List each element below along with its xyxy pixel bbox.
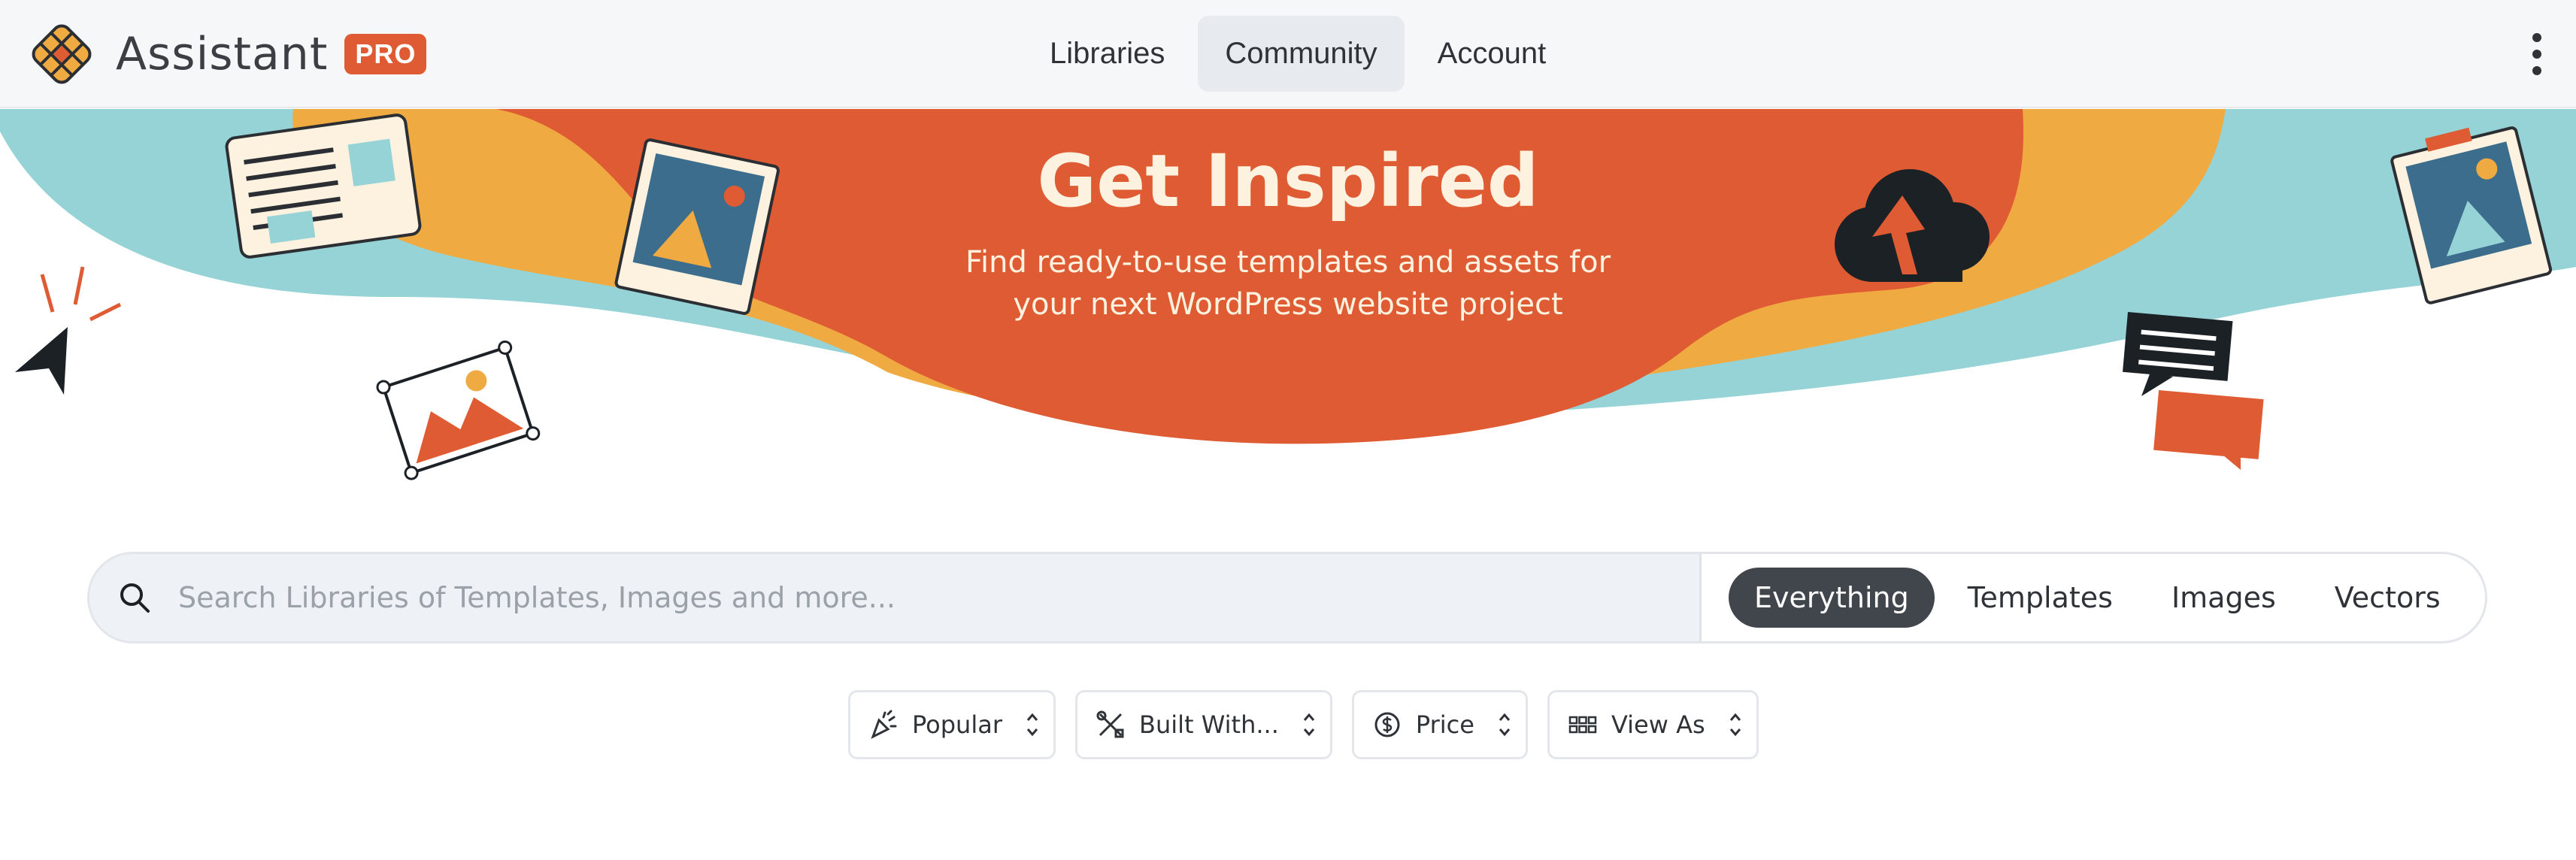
filter-popular[interactable]: Popular [848, 690, 1056, 759]
search-scope-tabs: Everything Templates Images Vectors [1729, 566, 2466, 629]
filter-row: Popular Built With... Price View As [848, 690, 1759, 759]
chevron-updown-icon [1499, 713, 1511, 737]
chevron-updown-icon [1026, 713, 1038, 737]
chevron-updown-icon [1729, 713, 1741, 737]
cursor-icon [15, 266, 122, 395]
hero-subtitle: Find ready-to-use templates and assets f… [965, 245, 1611, 322]
filter-view-as[interactable]: View As [1547, 690, 1759, 759]
filter-price-label: Price [1415, 710, 1474, 739]
dollar-circle-icon [1374, 712, 1400, 737]
image-frame-icon [376, 340, 541, 480]
hero-banner: Get Inspired Find ready-to-use templates… [0, 109, 2576, 530]
tab-everything[interactable]: Everything [1729, 568, 1935, 628]
pro-badge: PRO [344, 34, 427, 74]
nav-libraries[interactable]: Libraries [1023, 16, 1192, 92]
grid-icon [1568, 716, 1597, 734]
tab-images[interactable]: Images [2146, 568, 2302, 628]
search-bar: Everything Templates Images Vectors [87, 552, 2487, 643]
tab-vectors[interactable]: Vectors [2309, 568, 2466, 628]
top-navigation-bar: Assistant PRO Libraries Community Accoun… [0, 0, 2576, 108]
chevron-updown-icon [1303, 713, 1315, 737]
nav-community[interactable]: Community [1198, 15, 1405, 92]
search-icon [120, 583, 150, 613]
filter-popular-label: Popular [912, 710, 1002, 739]
nav-account[interactable]: Account [1411, 16, 1574, 92]
filter-built-with-label: Built With... [1138, 710, 1279, 739]
assistant-logo-icon [32, 24, 92, 84]
main-nav: Libraries Community Account [1023, 14, 1573, 93]
search-input[interactable] [178, 571, 1667, 625]
search-field-area [89, 554, 1702, 641]
hero-title: Get Inspired [1037, 139, 1539, 223]
filter-built-with[interactable]: Built With... [1074, 690, 1332, 759]
brand-name: Assistant [116, 28, 329, 80]
filter-price[interactable]: Price [1351, 690, 1528, 759]
tools-icon [1096, 710, 1124, 738]
more-vertical-icon[interactable] [2528, 33, 2546, 75]
brand[interactable]: Assistant PRO [26, 18, 427, 90]
tab-templates[interactable]: Templates [1942, 568, 2138, 628]
chat-bubbles-icon [2123, 312, 2264, 470]
party-popper-icon [871, 710, 897, 740]
filter-view-as-label: View As [1611, 710, 1705, 739]
